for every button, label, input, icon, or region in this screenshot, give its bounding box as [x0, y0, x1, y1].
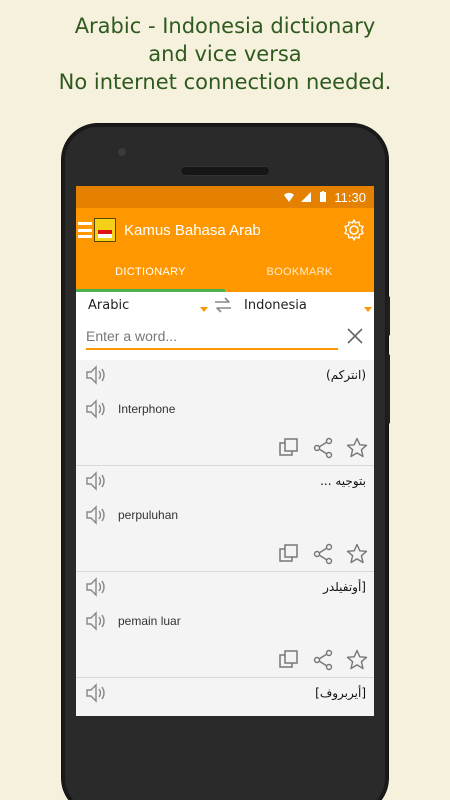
camera — [118, 148, 126, 156]
speaker-icon[interactable] — [84, 682, 108, 704]
tab-bar: DICTIONARY BOOKMARK — [76, 252, 374, 292]
promo-caption: Arabic - Indonesia dictionary and vice v… — [0, 12, 450, 96]
translation-text: pemain luar — [118, 614, 181, 628]
speaker-icon[interactable] — [84, 576, 108, 598]
search-input[interactable] — [86, 324, 338, 350]
speaker-icon[interactable] — [84, 610, 108, 632]
list-item: [أيربروف] — [76, 678, 374, 716]
speaker-icon[interactable] — [84, 364, 108, 386]
speaker-icon[interactable] — [84, 470, 108, 492]
results-list: (انتركم) Interphone بتوجيه ... perpuluha… — [76, 360, 374, 716]
battery-icon — [320, 191, 327, 202]
promo-line-1: Arabic - Indonesia dictionary — [74, 14, 376, 38]
translation-text: Interphone — [118, 402, 176, 416]
promo-line-3: No internet connection needed. — [58, 70, 392, 94]
source-dropdown-caret-icon — [200, 306, 208, 312]
earpiece-speaker — [180, 166, 270, 176]
settings-gear-icon[interactable] — [342, 218, 366, 242]
tab-bookmark[interactable]: BOOKMARK — [225, 252, 374, 292]
status-time: 11:30 — [334, 189, 366, 205]
app-title: Kamus Bahasa Arab — [124, 221, 261, 239]
wifi-icon — [284, 192, 295, 202]
speaker-icon[interactable] — [84, 504, 108, 526]
share-icon[interactable] — [312, 437, 334, 459]
volume-button — [386, 354, 390, 424]
list-item: بتوجيه ... perpuluhan — [76, 466, 374, 572]
search-row — [76, 318, 374, 360]
arabic-word: [أيربروف] — [315, 686, 366, 700]
power-button — [386, 296, 390, 336]
menu-icon[interactable] — [78, 222, 92, 238]
swap-languages-icon[interactable] — [210, 294, 236, 316]
target-language-select[interactable]: Indonesia — [236, 297, 372, 313]
target-dropdown-caret-icon — [364, 306, 372, 312]
app-logo — [94, 218, 116, 242]
speaker-icon[interactable] — [84, 398, 108, 420]
copy-icon[interactable] — [278, 649, 300, 671]
arabic-word: (انتركم) — [326, 368, 366, 382]
language-selector-row: Arabic Indonesia — [76, 292, 374, 318]
app-screen: 11:30 Kamus Bahasa Arab DICTIONARY BOOKM… — [76, 186, 374, 716]
share-icon[interactable] — [312, 543, 334, 565]
clear-search-icon[interactable] — [346, 327, 364, 345]
status-bar: 11:30 — [76, 186, 374, 208]
list-item: [أوتفيلدر pemain luar — [76, 572, 374, 678]
arabic-word: [أوتفيلدر — [323, 580, 366, 594]
signal-icon — [301, 192, 312, 202]
target-language-label: Indonesia — [244, 297, 307, 313]
bookmark-star-icon[interactable] — [346, 543, 368, 565]
arabic-word: بتوجيه ... — [320, 474, 366, 488]
translation-text: perpuluhan — [118, 508, 179, 522]
promo-line-2: and vice versa — [148, 42, 302, 66]
source-language-select[interactable]: Arabic — [76, 298, 210, 313]
bookmark-star-icon[interactable] — [346, 649, 368, 671]
share-icon[interactable] — [312, 649, 334, 671]
source-language-label: Arabic — [88, 297, 130, 313]
tab-dictionary[interactable]: DICTIONARY — [76, 252, 225, 292]
app-bar: Kamus Bahasa Arab — [76, 208, 374, 252]
bookmark-star-icon[interactable] — [346, 437, 368, 459]
copy-icon[interactable] — [278, 543, 300, 565]
copy-icon[interactable] — [278, 437, 300, 459]
list-item: (انتركم) Interphone — [76, 360, 374, 466]
